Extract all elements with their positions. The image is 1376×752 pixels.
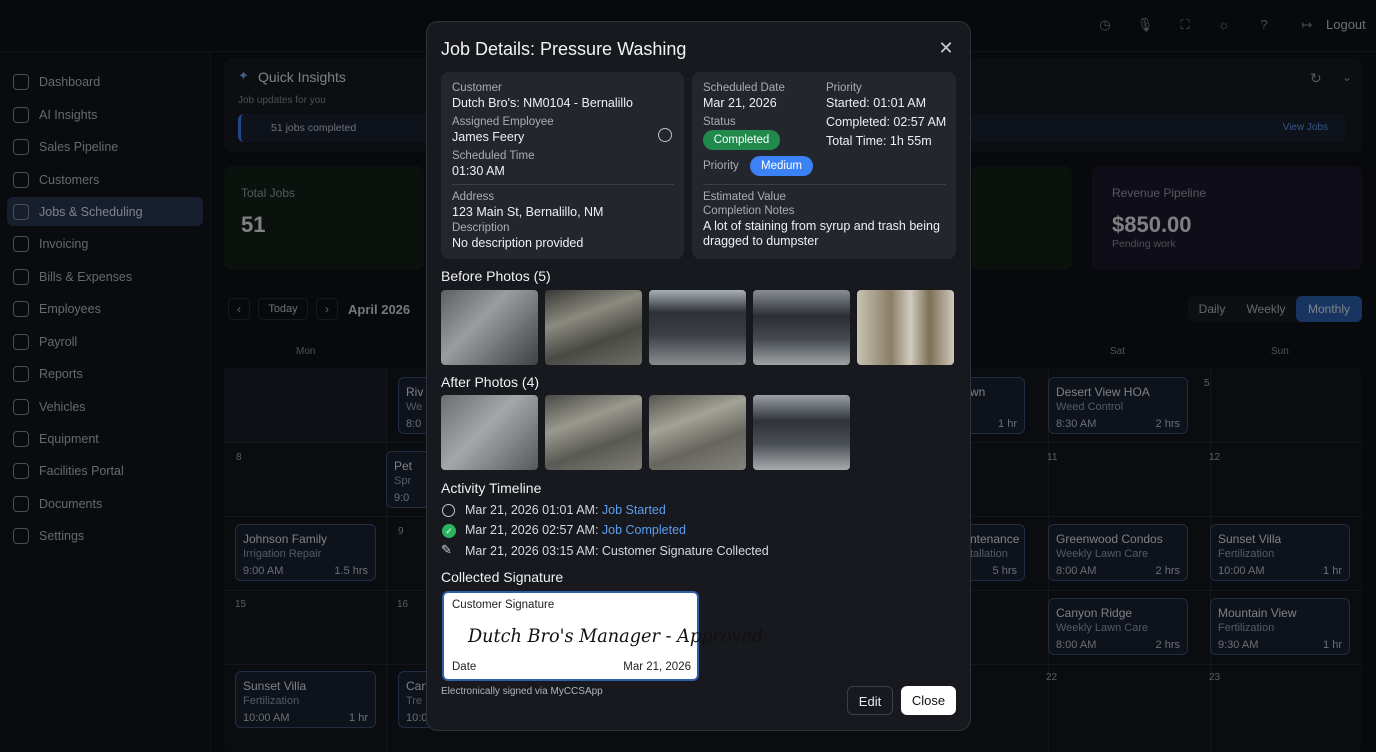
before-photo[interactable] (753, 290, 850, 365)
started-value: Started: 01:01 AM (826, 96, 927, 110)
timeline-entry: Mar 21, 2026 03:15 AM: Customer Signatur… (465, 544, 769, 558)
pen-icon: ✎ (441, 542, 452, 557)
timeline-entry: Mar 21, 2026 02:57 AM: Job Completed (465, 523, 686, 537)
scheduled-date-value: Mar 21, 2026 (703, 96, 777, 110)
completed-value: Completed: 02:57 AM (826, 115, 947, 129)
edit-button[interactable]: Edit (847, 686, 893, 715)
timeline-entry: Mar 21, 2026 01:01 AM: Job Started (465, 503, 666, 517)
status-badge: Completed (703, 130, 780, 150)
close-icon[interactable]: ✕ (936, 38, 956, 58)
clock-icon (442, 504, 455, 517)
activity-timeline-title: Activity Timeline (441, 480, 542, 496)
after-photo[interactable] (649, 395, 746, 470)
after-photo[interactable] (545, 395, 642, 470)
job-info-panel: Customer Dutch Bro's: NM0104 - Bernalill… (441, 72, 684, 259)
total-time-value: Total Time: 1h 55m (826, 134, 932, 148)
before-photo[interactable] (649, 290, 746, 365)
signature-box: Customer Signature Dutch Bro's Manager -… (442, 591, 763, 681)
signature-note: Electronically signed via MyCCSApp (441, 686, 603, 697)
priority-badge: Medium (750, 156, 813, 176)
check-circle-icon: ✓ (442, 524, 456, 538)
before-photos-title: Before Photos (5) (441, 268, 551, 284)
address-value: 123 Main St, Bernalillo, NM (452, 205, 604, 219)
signature-image: Dutch Bro's Manager - Approved (468, 625, 764, 647)
job-status-panel: Scheduled Date Mar 21, 2026 Priority Sta… (692, 72, 956, 259)
modal-title: Job Details: Pressure Washing (441, 39, 687, 59)
scheduled-time-value: 01:30 AM (452, 164, 505, 178)
job-details-modal: Job Details: Pressure Washing ✕ Customer… (426, 21, 971, 731)
close-button[interactable]: Close (901, 686, 956, 715)
before-photo[interactable] (545, 290, 642, 365)
after-photo[interactable] (441, 395, 538, 470)
after-photos-title: After Photos (4) (441, 374, 540, 390)
collected-signature-title: Collected Signature (441, 569, 564, 585)
after-photo[interactable] (753, 395, 850, 470)
signature-date: Mar 21, 2026 (623, 661, 691, 673)
before-photo[interactable] (857, 290, 954, 365)
description-value: No description provided (452, 236, 584, 250)
customer-value: Dutch Bro's: NM0104 - Bernalillo (452, 96, 633, 110)
employee-value: James Feery (452, 130, 525, 144)
clock-icon (658, 128, 672, 142)
before-photo[interactable] (441, 290, 538, 365)
completion-notes-value: A lot of staining from syrup and trash b… (703, 219, 940, 248)
